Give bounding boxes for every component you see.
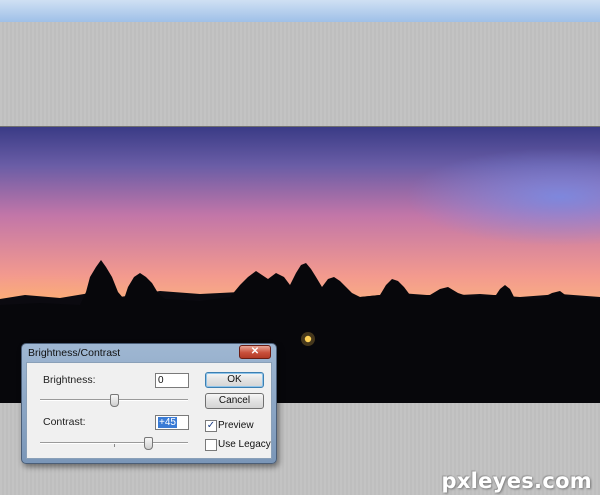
use-legacy-label: Use Legacy [218, 439, 271, 450]
brightness-value: 0 [158, 375, 164, 386]
brightness-slider-thumb[interactable] [110, 394, 119, 407]
preview-checkbox[interactable]: ✓ [205, 420, 217, 432]
dialog-titlebar[interactable]: Brightness/Contrast ✕ [22, 344, 276, 362]
contrast-input[interactable]: +45 [155, 415, 189, 430]
contrast-slider-tick [114, 444, 115, 447]
brightness-input[interactable]: 0 [155, 373, 189, 388]
checkmark-icon: ✓ [206, 420, 216, 431]
close-icon: ✕ [250, 346, 260, 357]
brightness-contrast-dialog: Brightness/Contrast ✕ Brightness: 0 Cont… [21, 343, 277, 464]
contrast-label: Contrast: [43, 416, 86, 428]
top-window-strip [0, 0, 600, 22]
cancel-button[interactable]: Cancel [205, 393, 264, 409]
dialog-title: Brightness/Contrast [28, 347, 121, 359]
close-button[interactable]: ✕ [239, 345, 271, 359]
dialog-body: Brightness: 0 Contrast: +45 OK Cancel ✓ … [26, 362, 272, 459]
brightness-label: Brightness: [43, 374, 96, 386]
preview-label: Preview [218, 420, 254, 431]
watermark: pxleyes.com [441, 469, 592, 493]
ok-button[interactable]: OK [205, 372, 264, 388]
contrast-slider-thumb[interactable] [144, 437, 153, 450]
use-legacy-checkbox[interactable] [205, 439, 217, 451]
contrast-value: +45 [158, 417, 177, 428]
